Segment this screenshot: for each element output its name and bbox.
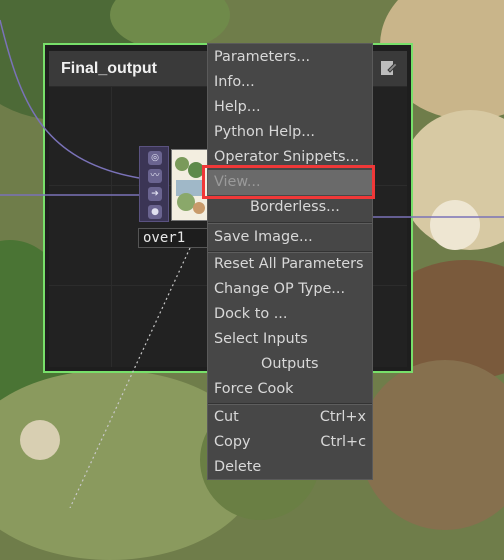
- menu-item-info[interactable]: Info...: [208, 70, 372, 95]
- menu-item-label: Dock to ...: [214, 306, 288, 322]
- menu-item-shortcut: Ctrl+x: [319, 409, 366, 425]
- menu-item-force-cook[interactable]: Force Cook: [208, 377, 372, 402]
- menu-item-label: Force Cook: [214, 381, 294, 397]
- operator-node[interactable]: ◎ 〰 ➔ ●: [139, 146, 209, 222]
- menu-item-label: Copy: [214, 434, 251, 450]
- menu-item-parameters[interactable]: Parameters...: [208, 45, 372, 70]
- menu-item-delete[interactable]: Delete: [208, 455, 372, 480]
- context-menu[interactable]: Parameters... Info... Help... Python Hel…: [207, 43, 373, 480]
- arrow-right-icon[interactable]: ➔: [148, 187, 162, 201]
- menu-item-save-image[interactable]: Save Image...: [208, 225, 372, 250]
- target-flag-icon[interactable]: ◎: [148, 151, 162, 165]
- node-name-box[interactable]: over1: [138, 228, 208, 248]
- menu-item-shortcut: Ctrl+c: [320, 434, 366, 450]
- menu-item-label: Help...: [214, 99, 261, 115]
- menu-item-label: Reset All Parameters: [214, 256, 364, 272]
- menu-item-label: Borderless...: [250, 199, 340, 215]
- menu-item-label: Cut: [214, 409, 239, 425]
- menu-item-label: Delete: [214, 459, 262, 475]
- activity-icon[interactable]: 〰: [148, 169, 162, 183]
- menu-item-label: Info...: [214, 74, 255, 90]
- menu-item-help[interactable]: Help...: [208, 95, 372, 120]
- node-name: over1: [143, 230, 186, 246]
- menu-item-reset-all-parameters[interactable]: Reset All Parameters: [208, 252, 372, 277]
- menu-item-label: Parameters...: [214, 49, 311, 65]
- menu-item-copy[interactable]: Copy Ctrl+c: [208, 430, 372, 455]
- menu-item-label: Outputs: [261, 356, 319, 372]
- menu-item-label: Python Help...: [214, 124, 315, 140]
- menu-item-change-op-type[interactable]: Change OP Type...: [208, 277, 372, 302]
- menu-item-select-outputs[interactable]: Outputs: [208, 352, 372, 377]
- node-flag-bar: ◎ 〰 ➔ ●: [139, 146, 169, 222]
- menu-item-dock-to[interactable]: Dock to ...: [208, 302, 372, 327]
- menu-item-label: Operator Snippets...: [214, 149, 360, 165]
- paint-icon[interactable]: ●: [148, 205, 162, 219]
- highlight-annotation: [202, 165, 375, 199]
- menu-item-select-inputs[interactable]: Select Inputs: [208, 327, 372, 352]
- menu-separator: [208, 223, 372, 224]
- menu-item-cut[interactable]: Cut Ctrl+x: [208, 405, 372, 430]
- menu-item-label: Select Inputs: [214, 331, 308, 347]
- menu-item-python-help[interactable]: Python Help...: [208, 120, 372, 145]
- menu-item-label: Save Image...: [214, 229, 313, 245]
- menu-item-label: Change OP Type...: [214, 281, 346, 297]
